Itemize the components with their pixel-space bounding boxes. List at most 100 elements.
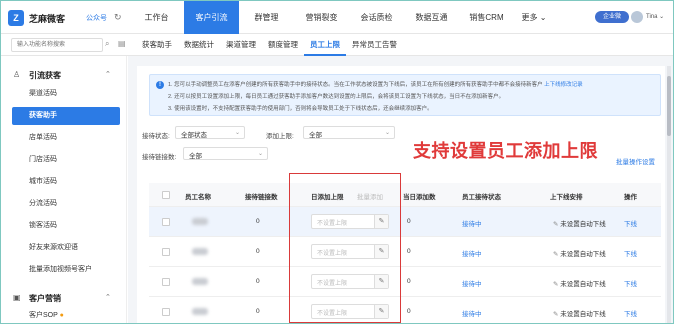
nav-marketing[interactable]: 营销裂变 bbox=[294, 1, 349, 34]
highlight-box bbox=[289, 173, 401, 323]
today-added: 0 bbox=[407, 218, 411, 225]
content-card: ! 1. 您可以手动调整员工在添客户创建的所有获客助手中的接待状态。当在工作状态… bbox=[137, 66, 665, 323]
info-notice: ! 1. 您可以手动调整员工在添客户创建的所有获客助手中的接待状态。当在工作状态… bbox=[149, 74, 661, 116]
select-all-checkbox[interactable] bbox=[162, 191, 170, 199]
tab-channel-management[interactable]: 渠道管理 bbox=[220, 34, 262, 56]
avatar[interactable] bbox=[631, 11, 643, 23]
enterprise-wechat-badge[interactable]: 企业微 bbox=[595, 11, 629, 23]
table-row: 0 不设置上限 ✎ 0 接待中 ✎ 未设置自动下线 下线 bbox=[149, 207, 661, 237]
limit-filter-select[interactable]: 全部 ⌄ bbox=[303, 126, 395, 139]
brand-logo-icon: Z bbox=[8, 10, 24, 26]
row-checkbox[interactable] bbox=[162, 218, 170, 226]
top-nav: 工作台 客户引流 群管理 营销裂变 会话质检 数据互通 销售CRM 更多 ⌄ bbox=[129, 1, 554, 34]
reception-status: 接待中 bbox=[462, 251, 482, 258]
limit-filter-label: 添加上限: bbox=[266, 133, 294, 140]
feature-headline: 支持设置员工添加上限 bbox=[413, 141, 598, 162]
table-header: 员工名称 接待链接数 日添加上限 批量添加 当日添加数 员工接待状态 上下线安排… bbox=[149, 183, 661, 207]
sidebar-item-channel-code[interactable]: 渠道活码 bbox=[1, 85, 127, 103]
sidebar: ♙ 引流获客 ⌃ 渠道活码 获客助手 店单活码 门店活码 城市活码 分流活码 锁… bbox=[1, 56, 127, 323]
offline-button[interactable]: 下线 bbox=[624, 308, 637, 318]
sidebar-item-acquisition-assistant[interactable]: 获客助手 bbox=[12, 107, 120, 125]
sidebar-item-customer-sop[interactable]: 客户SOP ● bbox=[1, 307, 127, 324]
tab-employee-limit[interactable]: 员工上限 bbox=[304, 34, 346, 56]
batch-action-link[interactable]: 批量操作设置 bbox=[616, 156, 655, 166]
table-row: 0 不设置上限 ✎ 0 接待中 ✎ 未设置自动下线 下线 bbox=[149, 297, 661, 324]
nav-more[interactable]: 更多 ⌄ bbox=[514, 1, 554, 34]
nav-workbench[interactable]: 工作台 bbox=[129, 1, 184, 34]
tab-abnormal-alert[interactable]: 异常员工告警 bbox=[346, 34, 403, 56]
tab-quota-management[interactable]: 额度管理 bbox=[262, 34, 304, 56]
sidebar-item-welcome-message[interactable]: 好友来源欢迎语 bbox=[1, 239, 127, 257]
link-count: 0 bbox=[256, 248, 260, 255]
header-today-added: 当日添加数 bbox=[403, 194, 436, 201]
reception-status: 接待中 bbox=[462, 311, 482, 318]
row-checkbox[interactable] bbox=[162, 248, 170, 256]
search-input[interactable] bbox=[11, 38, 103, 52]
employee-name bbox=[192, 218, 208, 225]
sidebar-group-marketing[interactable]: ▣ 客户营销 ⌃ bbox=[1, 287, 127, 307]
refresh-icon[interactable]: ↻ bbox=[114, 12, 122, 23]
link-count: 0 bbox=[256, 278, 260, 285]
header-employee-name: 员工名称 bbox=[185, 194, 211, 201]
chevron-up-icon: ⌃ bbox=[105, 294, 111, 301]
employee-name bbox=[192, 308, 208, 315]
pencil-icon: ✎ bbox=[553, 221, 559, 228]
sidebar-item-lock-code[interactable]: 锁客活码 bbox=[1, 217, 127, 235]
header-action: 操作 bbox=[624, 194, 637, 201]
notice-line-3: 3. 使用该设置时，不支持配置获客助手的使用部门，否则将会导致员工处于下线状态后… bbox=[168, 106, 433, 112]
page-tabs: 获客助手 数据统计 渠道管理 额度管理 员工上限 异常员工告警 bbox=[136, 34, 403, 56]
nav-session-qc[interactable]: 会话质检 bbox=[349, 1, 404, 34]
link-count-filter-select[interactable]: 全部 ⌄ bbox=[183, 147, 268, 160]
search-icon[interactable]: ⌕ bbox=[105, 39, 109, 49]
top-bar: Z 芝麻微客 公众号 ↻ 工作台 客户引流 群管理 营销裂变 会话质检 数据互通… bbox=[1, 1, 673, 34]
people-icon: ♙ bbox=[13, 70, 21, 79]
row-checkbox[interactable] bbox=[162, 278, 170, 286]
nav-sales-crm[interactable]: 销售CRM bbox=[459, 1, 514, 34]
sidebar-item-store-code[interactable]: 门店活码 bbox=[1, 151, 127, 169]
pencil-icon: ✎ bbox=[553, 251, 559, 258]
status-filter-label: 接待状态: bbox=[142, 133, 170, 140]
row-checkbox[interactable] bbox=[162, 308, 170, 316]
reception-status: 接待中 bbox=[462, 281, 482, 288]
document-icon: ▣ bbox=[13, 293, 21, 302]
sidebar-item-video-customers[interactable]: 批量添加视频号客户 bbox=[1, 261, 127, 279]
schedule-setting[interactable]: ✎ 未设置自动下线 bbox=[553, 308, 606, 318]
header-schedule: 上下线安排 bbox=[550, 194, 583, 201]
chevron-down-icon: ⌄ bbox=[234, 130, 240, 136]
header-link-count: 接待链接数 bbox=[245, 194, 278, 201]
chevron-down-icon: ⌄ bbox=[384, 130, 390, 136]
pencil-icon: ✎ bbox=[553, 281, 559, 288]
user-name[interactable]: Tina ⌄ bbox=[646, 13, 664, 20]
tab-acquisition-assistant[interactable]: 获客助手 bbox=[136, 34, 178, 56]
sidebar-item-split-code[interactable]: 分流活码 bbox=[1, 195, 127, 213]
chevron-down-icon: ⌄ bbox=[257, 151, 263, 157]
offline-button[interactable]: 下线 bbox=[624, 218, 637, 228]
today-added: 0 bbox=[407, 308, 411, 315]
notice-line-2: 2. 还可以按员工设置添加上限，每日员工通过获客助手添加客户数达到设置的上限后，… bbox=[168, 94, 505, 100]
tab-statistics[interactable]: 数据统计 bbox=[178, 34, 220, 56]
schedule-setting[interactable]: ✎ 未设置自动下线 bbox=[553, 248, 606, 258]
status-filter-select[interactable]: 全部状态 ⌄ bbox=[175, 126, 245, 139]
link-count: 0 bbox=[256, 218, 260, 225]
offline-button[interactable]: 下线 bbox=[624, 248, 637, 258]
collapse-panel-icon[interactable]: ▤ bbox=[118, 39, 126, 48]
sidebar-item-city-code[interactable]: 城市活码 bbox=[1, 173, 127, 191]
table-row: 0 不设置上限 ✎ 0 接待中 ✎ 未设置自动下线 下线 bbox=[149, 237, 661, 267]
link-count: 0 bbox=[256, 308, 260, 315]
nav-customer-acquisition[interactable]: 客户引流 bbox=[184, 1, 239, 34]
employee-name bbox=[192, 278, 208, 285]
sidebar-item-store-order-code[interactable]: 店单活码 bbox=[1, 129, 127, 147]
offline-button[interactable]: 下线 bbox=[624, 278, 637, 288]
pencil-icon: ✎ bbox=[553, 311, 559, 318]
notice-line-1: 1. 您可以手动调整员工在添客户创建的所有获客助手中的接待状态。当在工作状态被设… bbox=[168, 82, 583, 88]
account-type[interactable]: 公众号 bbox=[86, 13, 107, 23]
change-log-link[interactable]: 上下线修改记录 bbox=[544, 82, 583, 88]
scrollbar-thumb[interactable] bbox=[667, 76, 671, 136]
hot-icon: ● bbox=[59, 312, 64, 319]
schedule-setting[interactable]: ✎ 未设置自动下线 bbox=[553, 218, 606, 228]
schedule-setting[interactable]: ✎ 未设置自动下线 bbox=[553, 278, 606, 288]
nav-data-sync[interactable]: 数据互通 bbox=[404, 1, 459, 34]
sidebar-group-acquisition[interactable]: ♙ 引流获客 ⌃ bbox=[1, 64, 127, 84]
today-added: 0 bbox=[407, 278, 411, 285]
nav-group-management[interactable]: 群管理 bbox=[239, 1, 294, 34]
